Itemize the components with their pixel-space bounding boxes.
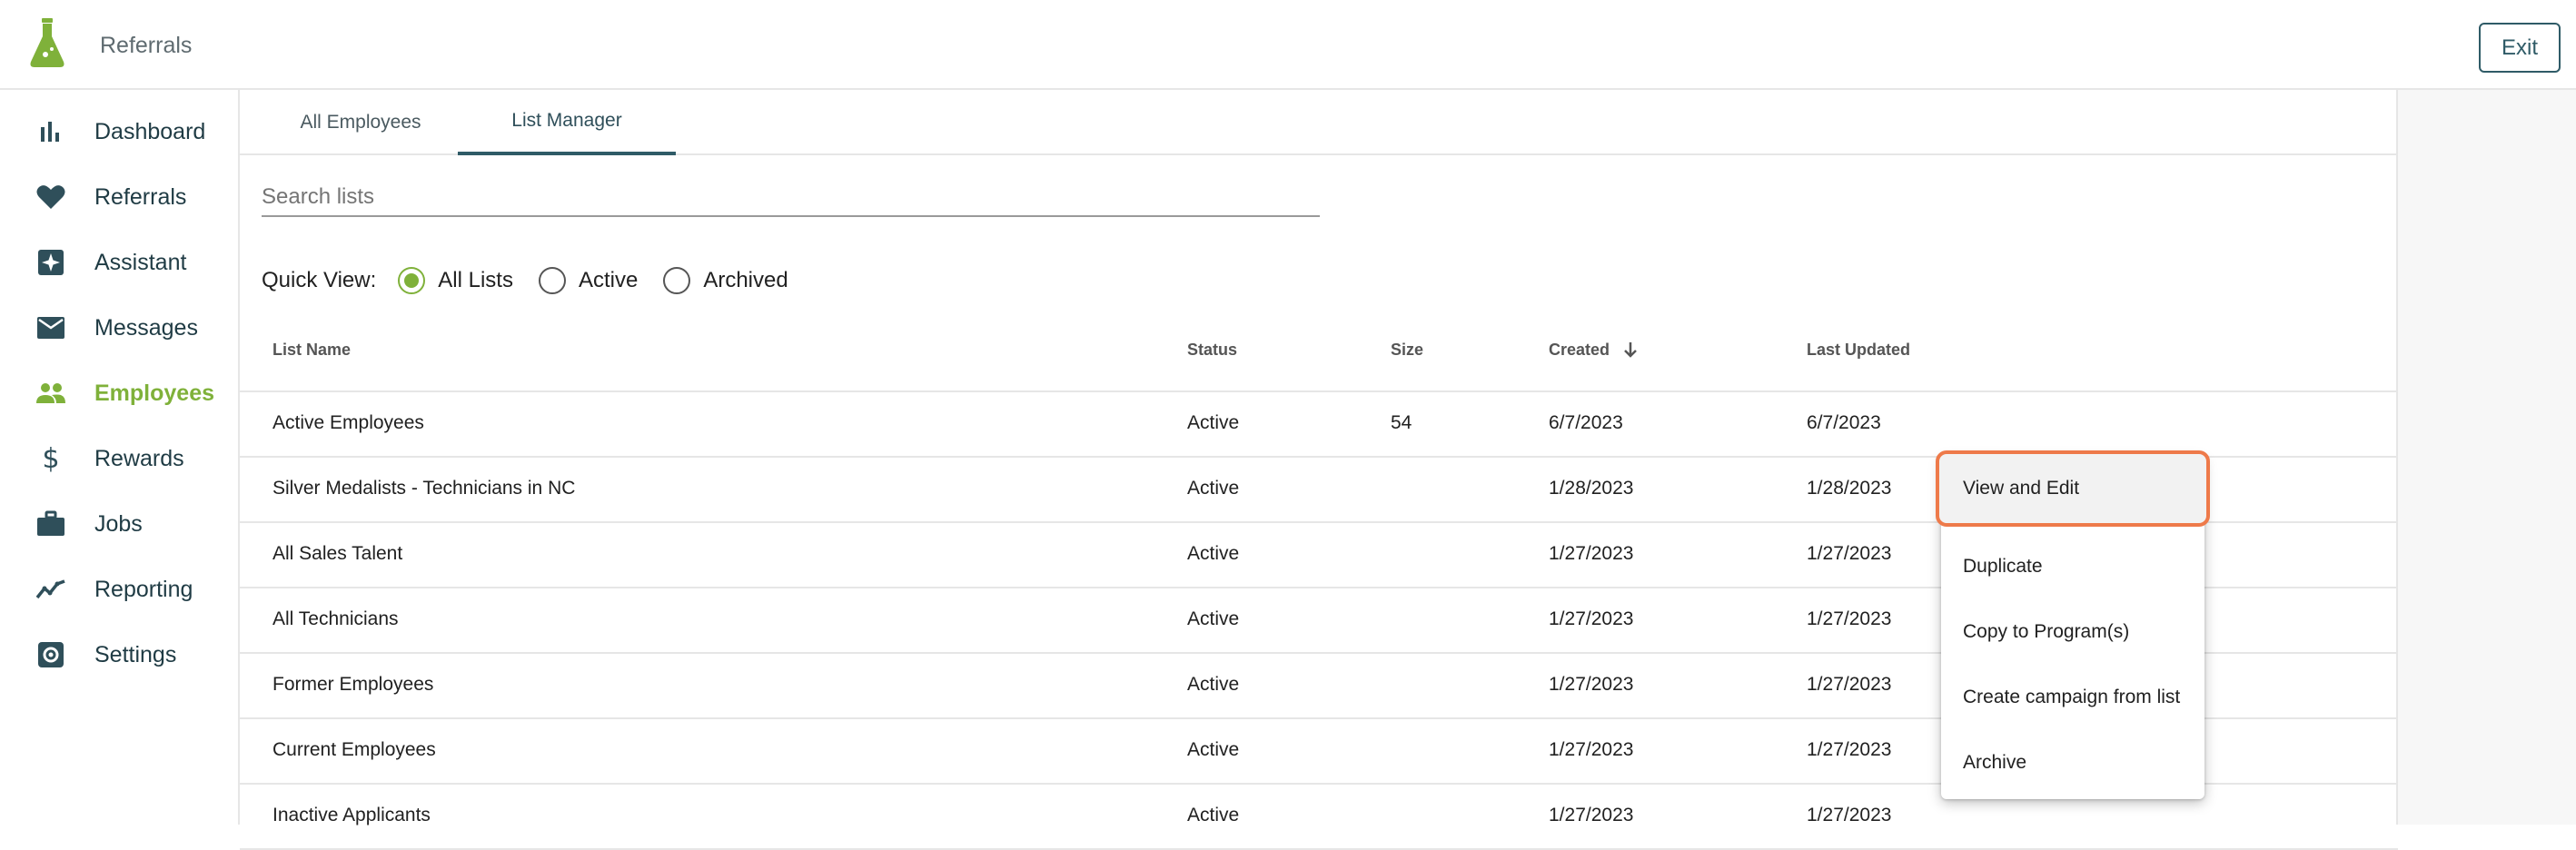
- column-header-status[interactable]: Status: [1187, 341, 1237, 360]
- menu-item-archive[interactable]: Archive: [1941, 730, 2204, 796]
- cell-list-name: All Sales Talent: [272, 543, 403, 564]
- sidebar-item-label: Messages: [94, 314, 198, 341]
- cell-status: Active: [1187, 543, 1240, 564]
- cell-list-name: Inactive Applicants: [272, 805, 431, 825]
- column-header-size[interactable]: Size: [1391, 341, 1423, 360]
- sidebar: Dashboard Referrals Assistant Messages E…: [0, 90, 238, 825]
- cell-list-name: Active Employees: [272, 412, 424, 433]
- quick-view-label: Quick View:: [262, 268, 377, 292]
- sidebar-item-label: Settings: [94, 641, 177, 667]
- trend-icon: [35, 573, 67, 606]
- cell-created: 1/27/2023: [1549, 739, 1634, 760]
- search-input[interactable]: [262, 179, 1320, 217]
- radio-unchecked-icon: [538, 267, 566, 294]
- sidebar-item-dashboard[interactable]: Dashboard: [0, 103, 238, 161]
- context-menu: View and Edit Duplicate Copy to Program(…: [1936, 450, 2210, 799]
- radio-unchecked-icon: [663, 267, 691, 294]
- sidebar-item-reporting[interactable]: Reporting: [0, 560, 238, 618]
- cell-created: 6/7/2023: [1549, 412, 1623, 433]
- cell-status: Active: [1187, 608, 1240, 629]
- cell-status: Active: [1187, 674, 1240, 695]
- bar-chart-icon: [35, 115, 67, 148]
- radio-active[interactable]: Active: [538, 267, 639, 294]
- sidebar-item-label: Referrals: [94, 183, 187, 210]
- radio-archived[interactable]: Archived: [663, 267, 788, 294]
- sidebar-item-label: Employees: [94, 380, 215, 406]
- cell-last-updated: 1/27/2023: [1807, 608, 1892, 629]
- app-title: Referrals: [100, 33, 193, 58]
- sidebar-item-referrals[interactable]: Referrals: [0, 168, 238, 226]
- menu-item-duplicate[interactable]: Duplicate: [1941, 534, 2204, 599]
- exit-button[interactable]: Exit: [2479, 23, 2561, 73]
- cell-size: 54: [1391, 412, 1412, 433]
- cell-last-updated: 1/27/2023: [1807, 674, 1892, 695]
- sidebar-item-label: Assistant: [94, 249, 187, 275]
- radio-label: Active: [578, 268, 639, 292]
- sidebar-item-settings[interactable]: Settings: [0, 626, 238, 684]
- cell-last-updated: 1/28/2023: [1807, 478, 1892, 499]
- sidebar-item-label: Rewards: [94, 445, 184, 471]
- sort-arrow-down-icon: [1624, 342, 1637, 358]
- tab-all-employees[interactable]: All Employees: [262, 90, 460, 155]
- cell-created: 1/27/2023: [1549, 674, 1634, 695]
- sidebar-item-jobs[interactable]: Jobs: [0, 495, 238, 553]
- cell-status: Active: [1187, 739, 1240, 760]
- table-row[interactable]: Active Employees Active 54 6/7/2023 6/7/2023: [240, 392, 2398, 458]
- cell-created: 1/27/2023: [1549, 608, 1634, 629]
- sidebar-item-rewards[interactable]: $ Rewards: [0, 430, 238, 488]
- menu-item-copy-to-programs[interactable]: Copy to Program(s): [1941, 599, 2204, 665]
- flask-logo-icon: [30, 18, 64, 67]
- heart-icon: [35, 181, 67, 213]
- cell-list-name: Current Employees: [272, 739, 436, 760]
- gear-icon: [35, 638, 67, 671]
- cell-last-updated: 1/27/2023: [1807, 739, 1892, 760]
- column-header-list-name[interactable]: List Name: [272, 341, 351, 360]
- sidebar-item-label: Jobs: [94, 510, 143, 537]
- sidebar-item-messages[interactable]: Messages: [0, 299, 238, 357]
- column-header-label: Created: [1549, 341, 1610, 359]
- cell-created: 1/28/2023: [1549, 478, 1634, 499]
- radio-label: All Lists: [438, 268, 513, 292]
- sidebar-item-label: Reporting: [94, 576, 193, 602]
- cell-list-name: Former Employees: [272, 674, 434, 695]
- sidebar-item-employees[interactable]: Employees: [0, 364, 238, 422]
- cell-list-name: Silver Medalists - Technicians in NC: [272, 478, 576, 499]
- radio-all-lists[interactable]: All Lists: [398, 267, 513, 294]
- table-header: List Name Status Size Created Last Updat…: [240, 308, 2398, 392]
- cell-last-updated: 6/7/2023: [1807, 412, 1881, 433]
- tab-list-manager[interactable]: List Manager: [458, 90, 676, 155]
- radio-label: Archived: [703, 268, 788, 292]
- tab-bar: All Employees List Manager: [240, 90, 2398, 155]
- cell-status: Active: [1187, 805, 1240, 825]
- mail-icon: [35, 311, 67, 344]
- column-header-last-updated[interactable]: Last Updated: [1807, 341, 1910, 360]
- cell-last-updated: 1/27/2023: [1807, 543, 1892, 564]
- cell-last-updated: 1/27/2023: [1807, 805, 1892, 825]
- cell-status: Active: [1187, 412, 1240, 433]
- right-gutter: [2398, 90, 2576, 825]
- column-header-created[interactable]: Created: [1549, 341, 1638, 360]
- people-icon: [35, 377, 67, 410]
- cell-status: Active: [1187, 478, 1240, 499]
- menu-item-create-campaign[interactable]: Create campaign from list: [1941, 665, 2204, 730]
- quick-view-filter: Quick View: All Lists Active Archived: [262, 262, 814, 299]
- cell-created: 1/27/2023: [1549, 543, 1634, 564]
- sidebar-item-label: Dashboard: [94, 118, 206, 144]
- cell-created: 1/27/2023: [1549, 805, 1634, 825]
- top-bar: Referrals Exit: [0, 0, 2576, 90]
- briefcase-icon: [35, 508, 67, 540]
- cell-list-name: All Technicians: [272, 608, 399, 629]
- radio-checked-icon: [398, 267, 426, 294]
- sidebar-item-assistant[interactable]: Assistant: [0, 233, 238, 292]
- dollar-icon: $: [42, 442, 60, 475]
- menu-item-view-and-edit[interactable]: View and Edit: [1936, 450, 2210, 527]
- sparkle-icon: [35, 246, 67, 279]
